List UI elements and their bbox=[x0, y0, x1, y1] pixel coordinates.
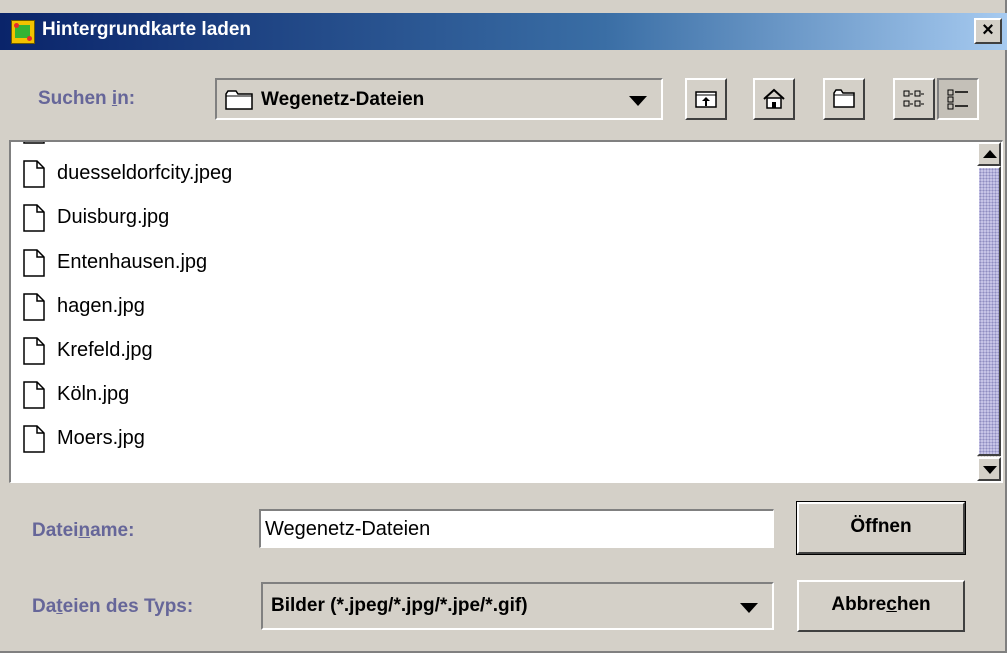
scroll-down-button[interactable] bbox=[977, 457, 1001, 481]
file-row[interactable]: duesseldorfcity.jpeg bbox=[13, 154, 973, 198]
filename-input[interactable] bbox=[259, 509, 774, 548]
scroll-up-button[interactable] bbox=[977, 142, 1001, 166]
file-icon bbox=[23, 425, 45, 454]
cancel-button[interactable]: Abbrechen bbox=[797, 580, 965, 632]
list-view-icon bbox=[903, 90, 924, 107]
arrow-down-icon bbox=[983, 466, 997, 474]
details-view-icon bbox=[947, 89, 968, 110]
file-row[interactable]: Köln.jpg bbox=[13, 375, 973, 419]
file-name: Krefeld.jpg bbox=[57, 339, 153, 361]
file-row[interactable]: Krefeld.jpg bbox=[13, 331, 973, 375]
file-icon bbox=[23, 142, 45, 144]
file-name: duesseldorfcity.jpeg bbox=[57, 162, 233, 185]
look-in-value: Wegenetz-Dateien bbox=[261, 89, 425, 110]
arrow-up-icon bbox=[983, 150, 997, 158]
new-folder-icon bbox=[833, 89, 855, 108]
file-row[interactable]: Entenhausen.jpg bbox=[13, 243, 973, 287]
list-view-button[interactable] bbox=[893, 78, 935, 120]
file-row[interactable]: Dresden_Zentrum.jpeg bbox=[13, 140, 973, 154]
file-row[interactable]: Moers.jpg bbox=[13, 419, 973, 463]
file-row[interactable]: hagen.jpg bbox=[13, 287, 973, 331]
chevron-down-icon[interactable] bbox=[740, 603, 758, 613]
app-icon bbox=[11, 20, 35, 44]
details-view-button[interactable] bbox=[937, 78, 979, 120]
file-name: Duisburg.jpg bbox=[57, 206, 170, 229]
filetype-value: Bilder (*.jpeg/*.jpg/*.jpe/*.gif) bbox=[271, 595, 528, 616]
vertical-scrollbar[interactable] bbox=[977, 142, 1001, 481]
home-button[interactable] bbox=[753, 78, 795, 120]
file-open-dialog: Hintergrundkarte laden × Suchen in: Wege… bbox=[0, 0, 1007, 653]
look-in-label: Suchen in: bbox=[38, 88, 136, 109]
file-icon bbox=[23, 381, 45, 409]
file-icon bbox=[23, 248, 45, 277]
file-row[interactable]: Duisburg.jpg bbox=[13, 198, 973, 242]
close-button[interactable]: × bbox=[974, 18, 1002, 44]
up-one-level-button[interactable] bbox=[685, 78, 727, 120]
file-icon bbox=[23, 204, 45, 233]
folder-icon bbox=[225, 90, 253, 110]
new-folder-button[interactable] bbox=[823, 78, 865, 120]
file-name: Moers.jpg bbox=[57, 427, 145, 450]
file-list[interactable]: Dresden_Zentrum.jpeg duesseldorfcity.jpeg… bbox=[9, 140, 1003, 483]
file-icon bbox=[23, 293, 45, 321]
window-title: Hintergrundkarte laden bbox=[42, 19, 252, 40]
filetype-combo[interactable]: Bilder (*.jpeg/*.jpg/*.jpe/*.gif) bbox=[261, 582, 774, 630]
file-icon bbox=[23, 337, 45, 365]
home-icon bbox=[763, 88, 785, 109]
file-icon bbox=[23, 160, 45, 188]
file-name: Köln.jpg bbox=[57, 383, 130, 406]
filetype-label: Dateien des Typs: bbox=[32, 596, 194, 617]
scrollbar-thumb[interactable] bbox=[977, 166, 1001, 456]
file-name: hagen.jpg bbox=[57, 294, 145, 317]
chevron-down-icon[interactable] bbox=[629, 96, 647, 106]
look-in-combo[interactable]: Wegenetz-Dateien bbox=[215, 78, 663, 120]
file-name: Dresden_Zentrum.jpeg bbox=[57, 140, 262, 141]
filename-label: Dateiname: bbox=[32, 520, 135, 541]
open-button[interactable]: Öffnen bbox=[796, 501, 966, 555]
file-name: Entenhausen.jpg bbox=[57, 250, 208, 273]
up-folder-icon bbox=[695, 91, 717, 108]
